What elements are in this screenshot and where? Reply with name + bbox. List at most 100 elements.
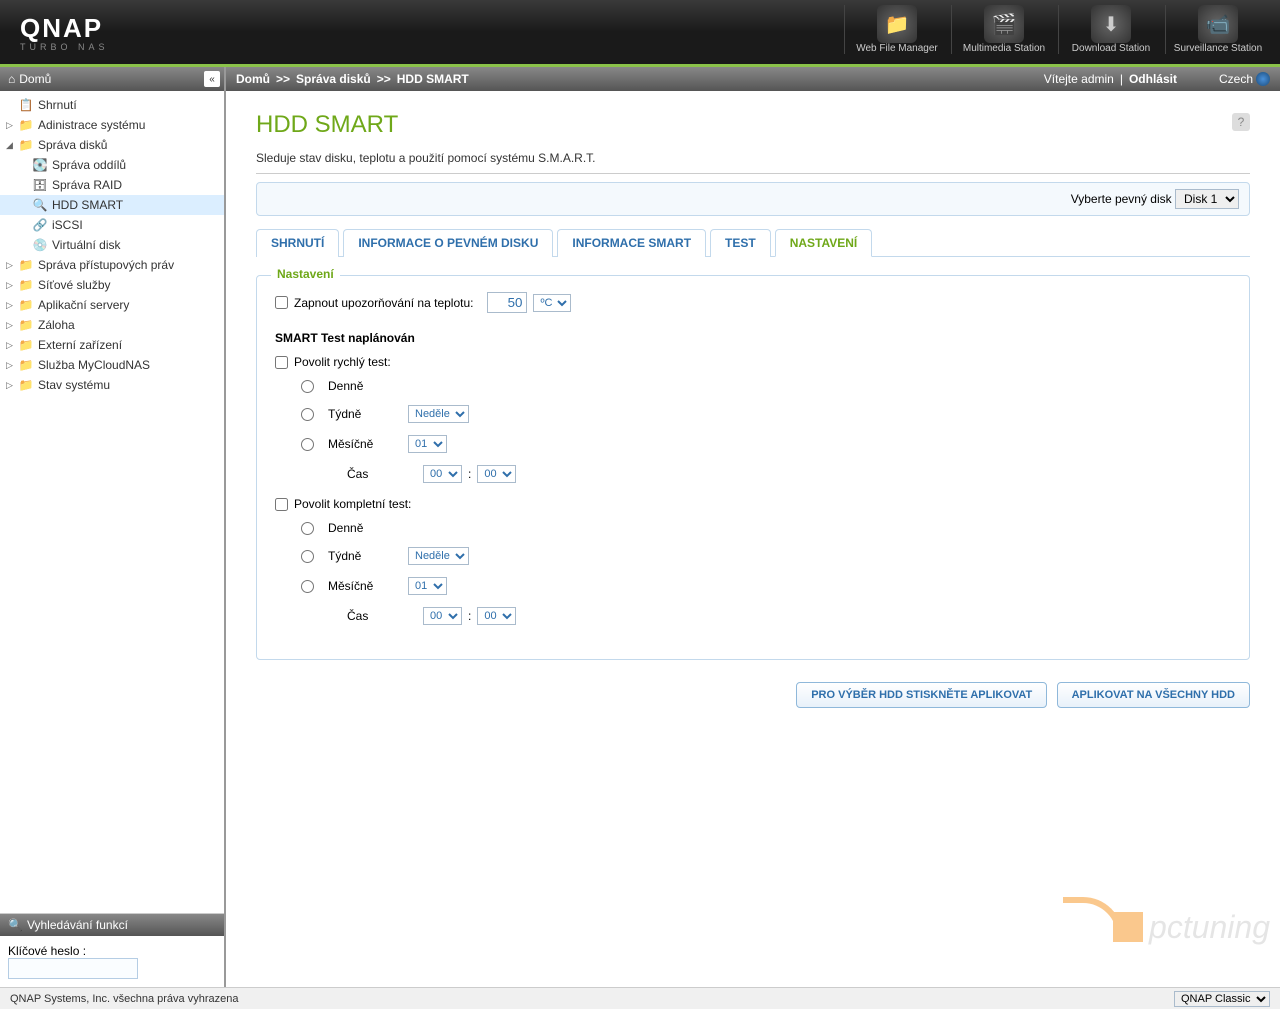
top-header: QNAP TURBO NAS 📁Web File Manager🎬Multime… bbox=[0, 0, 1280, 64]
tree-subitem[interactable]: 💿 Virtuální disk bbox=[0, 235, 224, 255]
tree-label: Adinistrace systému bbox=[38, 118, 145, 132]
full-weekly-radio[interactable] bbox=[301, 550, 314, 563]
header-shortcuts: 📁Web File Manager🎬Multimedia Station⬇Dow… bbox=[844, 5, 1270, 54]
tree-label: iSCSI bbox=[52, 218, 83, 232]
logout-link[interactable]: Odhlásit bbox=[1129, 72, 1177, 86]
full-hour-select[interactable]: 00 bbox=[423, 607, 462, 625]
tree-label: Aplikační servery bbox=[38, 298, 129, 312]
folder-icon: 📁 bbox=[18, 258, 34, 272]
tree-item[interactable]: ▷📁 Aplikační servery bbox=[0, 295, 224, 315]
expander-icon[interactable]: ◢ bbox=[6, 140, 18, 151]
expander-icon[interactable]: ▷ bbox=[6, 260, 18, 271]
folder-icon: 📁 bbox=[18, 338, 34, 352]
temp-alarm-checkbox[interactable] bbox=[275, 296, 288, 309]
tree-label: Virtuální disk bbox=[52, 238, 120, 252]
help-icon[interactable]: ? bbox=[1232, 113, 1250, 131]
expander-icon[interactable]: ▷ bbox=[6, 300, 18, 311]
folder-icon: 📁 bbox=[18, 378, 34, 392]
tab[interactable]: INFORMACE O PEVNÉM DISKU bbox=[343, 229, 553, 257]
tab[interactable]: NASTAVENÍ bbox=[775, 229, 873, 257]
tree-item[interactable]: 📋Shrnutí bbox=[0, 95, 224, 115]
folder-icon: 📁 bbox=[18, 278, 34, 292]
tree-subitem[interactable]: 🔍HDD SMART bbox=[0, 195, 224, 215]
expander-icon[interactable]: ▷ bbox=[6, 320, 18, 331]
expander-icon[interactable]: ▷ bbox=[6, 280, 18, 291]
nav-tree: 📋Shrnutí▷📁Adinistrace systému◢📁Správa di… bbox=[0, 91, 224, 506]
tree-label: HDD SMART bbox=[52, 198, 123, 212]
item-icon: 💿 bbox=[32, 238, 48, 252]
tree-label: Správa oddílů bbox=[52, 158, 126, 172]
header-shortcut[interactable]: ⬇Download Station bbox=[1058, 5, 1163, 54]
brand-logo: QNAP TURBO NAS bbox=[20, 13, 109, 52]
sidebar-header: ⌂ Domů « bbox=[0, 67, 224, 91]
header-shortcut[interactable]: 🎬Multimedia Station bbox=[951, 5, 1056, 54]
search-label: Klíčové heslo : bbox=[8, 944, 86, 958]
search-input[interactable] bbox=[8, 958, 138, 979]
header-shortcut[interactable]: 📁Web File Manager bbox=[844, 5, 949, 54]
sidebar-collapse-button[interactable]: « bbox=[204, 71, 220, 87]
disk-select[interactable]: Disk 1 bbox=[1175, 189, 1239, 209]
tree-item[interactable]: ▷📁Externí zařízení bbox=[0, 335, 224, 355]
tree-item[interactable]: ▷📁Služba MyCloudNAS bbox=[0, 355, 224, 375]
full-test-checkbox[interactable] bbox=[275, 498, 288, 511]
tab[interactable]: TEST bbox=[710, 229, 771, 257]
quick-hour-select[interactable]: 00 bbox=[423, 465, 462, 483]
full-min-select[interactable]: 00 bbox=[477, 607, 516, 625]
full-monthly-radio[interactable] bbox=[301, 580, 314, 593]
temp-unit-select[interactable]: ºC bbox=[533, 294, 571, 312]
tree-item[interactable]: ▷📁Síťové služby bbox=[0, 275, 224, 295]
folder-icon: 📁 bbox=[18, 298, 34, 312]
watermark: pctuning bbox=[1063, 897, 1270, 957]
tree-item[interactable]: ◢📁Správa disků bbox=[0, 135, 224, 155]
quick-test-checkbox[interactable] bbox=[275, 356, 288, 369]
shortcut-icon: ⬇ bbox=[1091, 5, 1131, 43]
expander-icon[interactable]: ▷ bbox=[6, 120, 18, 131]
temp-value-input[interactable] bbox=[487, 292, 527, 313]
tab[interactable]: SHRNUTÍ bbox=[256, 229, 339, 257]
full-test-label: Povolit kompletní test: bbox=[294, 497, 411, 511]
shortcut-label: Download Station bbox=[1064, 43, 1158, 54]
quick-week-select[interactable]: Neděle bbox=[408, 405, 469, 423]
item-icon: 🔗 bbox=[32, 218, 48, 232]
breadcrumb-section[interactable]: Správa disků bbox=[296, 72, 371, 86]
theme-select[interactable]: QNAP Classic bbox=[1174, 991, 1270, 1007]
quick-min-select[interactable]: 00 bbox=[477, 465, 516, 483]
tree-label: Stav systému bbox=[38, 378, 110, 392]
quick-month-select[interactable]: 01 bbox=[408, 435, 447, 453]
shortcut-icon: 🎬 bbox=[984, 5, 1024, 43]
disk-select-label: Vyberte pevný disk bbox=[1071, 192, 1172, 206]
apply-all-button[interactable]: APLIKOVAT NA VŠECHNY HDD bbox=[1057, 682, 1250, 708]
footer: QNAP Systems, Inc. všechna práva vyhraze… bbox=[0, 987, 1280, 1009]
tree-label: Správa disků bbox=[38, 138, 107, 152]
tree-subitem[interactable]: 🗄Správa RAID bbox=[0, 175, 224, 195]
expander-icon[interactable]: ▷ bbox=[6, 380, 18, 391]
full-month-select[interactable]: 01 bbox=[408, 577, 447, 595]
folder-icon: 📁 bbox=[18, 318, 34, 332]
tree-label: Správa RAID bbox=[52, 178, 122, 192]
tab[interactable]: INFORMACE SMART bbox=[557, 229, 706, 257]
tree-item[interactable]: ▷📁 Adinistrace systému bbox=[0, 115, 224, 135]
full-daily-radio[interactable] bbox=[301, 522, 314, 535]
language-selector[interactable]: Czech bbox=[1219, 72, 1270, 86]
tree-item[interactable]: ▷📁Záloha bbox=[0, 315, 224, 335]
breadcrumb-home[interactable]: Domů bbox=[236, 72, 270, 86]
tree-subitem[interactable]: 🔗 iSCSI bbox=[0, 215, 224, 235]
quick-weekly-radio[interactable] bbox=[301, 408, 314, 421]
disk-select-row: Vyberte pevný disk Disk 1 bbox=[256, 182, 1250, 216]
quick-daily-radio[interactable] bbox=[301, 380, 314, 393]
shortcut-label: Multimedia Station bbox=[957, 43, 1051, 54]
sidebar-home-label[interactable]: Domů bbox=[19, 72, 51, 86]
apply-selected-button[interactable]: PRO VÝBĚR HDD STISKNĚTE APLIKOVAT bbox=[796, 682, 1047, 708]
full-week-select[interactable]: Neděle bbox=[408, 547, 469, 565]
shortcut-label: Web File Manager bbox=[850, 43, 944, 54]
expander-icon[interactable]: ▷ bbox=[6, 360, 18, 371]
expander-icon[interactable]: ▷ bbox=[6, 340, 18, 351]
folder-icon: 📁 bbox=[18, 358, 34, 372]
tree-item[interactable]: ▷📁 Stav systému bbox=[0, 375, 224, 395]
folder-icon: 📁 bbox=[18, 118, 34, 132]
breadcrumb-bar: Domů >> Správa disků >> HDD SMART Vítejt… bbox=[226, 67, 1280, 91]
quick-monthly-radio[interactable] bbox=[301, 438, 314, 451]
tree-subitem[interactable]: 💽Správa oddílů bbox=[0, 155, 224, 175]
header-shortcut[interactable]: 📹Surveillance Station bbox=[1165, 5, 1270, 54]
tree-item[interactable]: ▷📁Správa přístupových práv bbox=[0, 255, 224, 275]
